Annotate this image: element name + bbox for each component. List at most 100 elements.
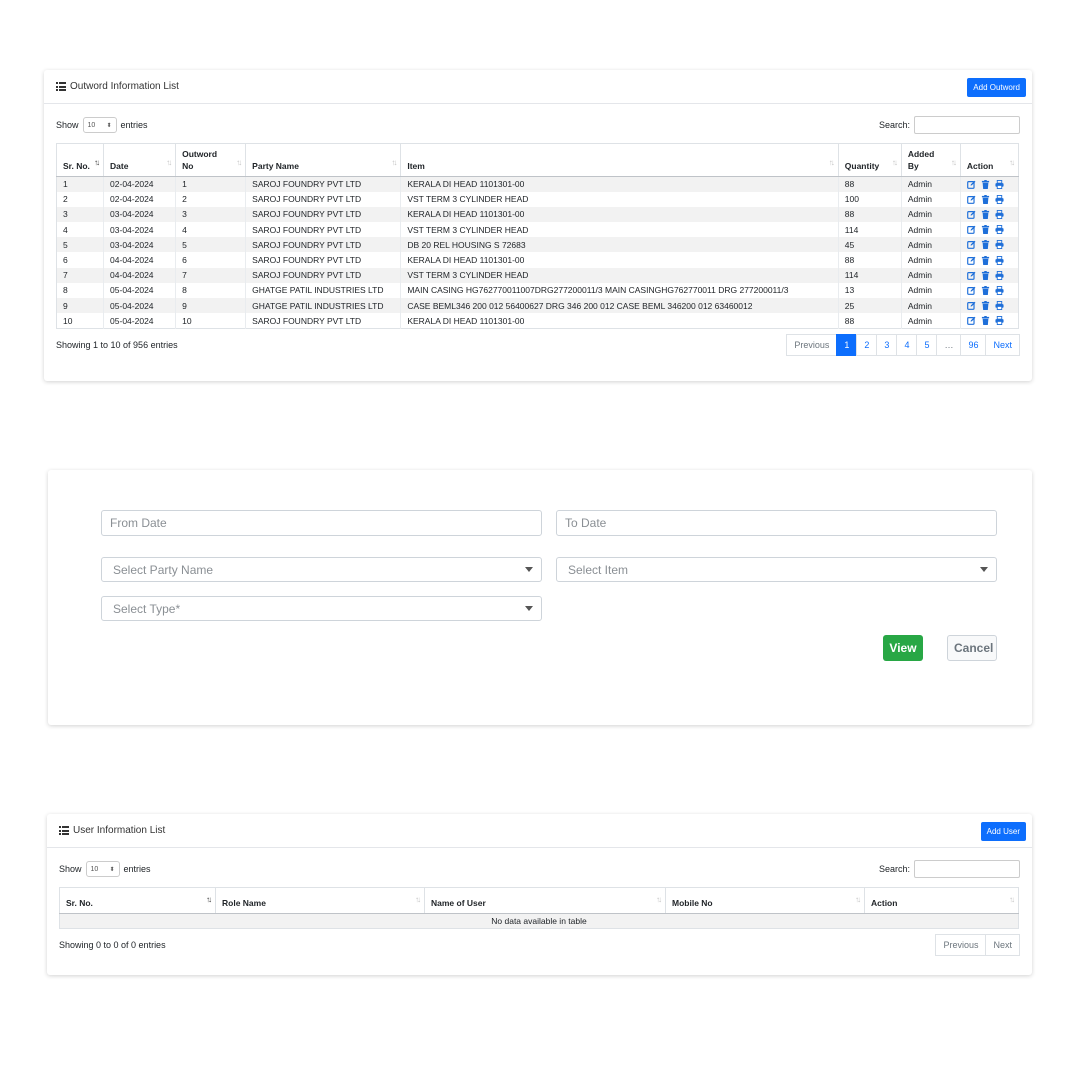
trash-icon[interactable]	[981, 285, 990, 295]
next-button[interactable]: Next	[985, 934, 1020, 956]
page-button[interactable]: 4	[896, 333, 918, 356]
chevron-down-icon	[980, 567, 988, 572]
item-cell: VST TERM 3 CYLINDER HEAD	[400, 222, 839, 238]
edit-icon[interactable]	[967, 180, 976, 189]
col-party-name[interactable]: Party Name ↑↓	[245, 143, 402, 177]
next-button[interactable]: Next	[985, 333, 1020, 356]
user-info: Showing 0 to 0 of 0 entries	[59, 940, 166, 950]
page-button[interactable]: 3	[876, 333, 898, 356]
edit-icon[interactable]	[967, 316, 976, 325]
trash-icon[interactable]	[981, 225, 990, 235]
edit-icon[interactable]	[967, 210, 976, 219]
page-length-select[interactable]: 10 ⬍	[82, 117, 117, 133]
page-button-current[interactable]: 1	[836, 333, 858, 356]
col-added-by[interactable]: Added By ↑↓	[901, 143, 961, 177]
search-label: Search:	[878, 864, 910, 874]
edit-icon[interactable]	[967, 301, 976, 310]
party-name-select[interactable]: Select Party Name	[101, 557, 542, 582]
trash-icon[interactable]	[981, 301, 990, 311]
sort-icon: ↑↓	[656, 895, 662, 904]
table-row: 4 03-04-2024 4 SAROJ FOUNDRY PVT LTD VST TER…	[56, 222, 1019, 238]
sr-no-cell: 7	[56, 267, 105, 283]
print-icon[interactable]	[995, 209, 1004, 219]
edit-icon[interactable]	[967, 225, 976, 235]
col-name-of-user[interactable]: Name of User ↑↓	[424, 887, 666, 914]
cancel-button[interactable]: Cancel	[947, 635, 997, 661]
edit-icon[interactable]	[967, 240, 976, 250]
edit-icon[interactable]	[967, 256, 976, 265]
quantity-cell: 114	[838, 222, 902, 238]
print-icon[interactable]	[995, 316, 1004, 326]
action-cell	[960, 192, 1018, 207]
trash-icon[interactable]	[981, 270, 990, 280]
print-icon[interactable]	[995, 255, 1004, 265]
print-icon[interactable]	[995, 301, 1004, 311]
print-icon[interactable]	[995, 240, 1004, 250]
type-select[interactable]: Select Type*	[101, 596, 542, 621]
item-cell: CASE BEML346 200 012 56400627 DRG 346 20…	[400, 298, 839, 314]
table-row: 9 05-04-2024 9 GHATGE PATIL INDUSTRIES LTD C…	[56, 298, 1019, 314]
page-length-select[interactable]: 10 ⬍	[85, 861, 120, 877]
col-quantity[interactable]: Quantity ↑↓	[838, 143, 902, 177]
print-icon[interactable]	[995, 225, 1004, 235]
user-search: Search:	[879, 860, 1020, 878]
user-title: User Information List	[59, 825, 165, 836]
search-input[interactable]	[914, 116, 1020, 134]
add-user-button[interactable]: Add User	[980, 822, 1026, 841]
page-length-value: 10	[90, 865, 99, 873]
page-button[interactable]: 96	[960, 333, 987, 356]
outword-info: Showing 1 to 10 of 956 entries	[56, 339, 178, 350]
user-title-text: User Information List	[73, 825, 166, 836]
trash-icon[interactable]	[981, 179, 990, 189]
sort-icon: ↑↓	[391, 158, 397, 167]
col-sr-no[interactable]: Sr. No. ↑↓	[56, 143, 105, 177]
col-sr-no[interactable]: Sr. No. ↑↓	[59, 887, 216, 914]
table-row: 5 03-04-2024 5 SAROJ FOUNDRY PVT LTD DB 20 R…	[56, 237, 1019, 253]
edit-icon[interactable]	[967, 271, 976, 280]
search-input[interactable]	[914, 860, 1020, 878]
sort-icon: ↑↓	[891, 158, 898, 167]
print-icon[interactable]	[995, 194, 1004, 204]
previous-button[interactable]: Previous	[935, 934, 987, 956]
action-cell	[960, 298, 1019, 314]
sr-no-cell: 9	[56, 298, 105, 314]
col-action[interactable]: Action ↑↓	[864, 887, 1019, 914]
user-footer: Showing 0 to 0 of 0 entries Previous Next	[47, 934, 1032, 956]
from-date-input[interactable]: From Date	[101, 510, 542, 536]
col-date[interactable]: Date ↑↓	[103, 143, 177, 177]
item-cell: KERALA DI HEAD 1101301-00	[400, 313, 839, 329]
trash-icon[interactable]	[981, 255, 990, 265]
date-cell: 04-04-2024	[103, 252, 177, 268]
trash-icon[interactable]	[981, 209, 990, 219]
search-label: Search:	[878, 120, 910, 130]
to-date-input[interactable]: To Date	[556, 510, 997, 536]
action-cell	[960, 237, 1019, 253]
page-button[interactable]: 2	[856, 333, 878, 356]
trash-icon[interactable]	[981, 194, 990, 204]
sr-no-cell: 2	[56, 191, 105, 207]
print-icon[interactable]	[995, 179, 1004, 189]
item-select[interactable]: Select Item	[556, 557, 997, 582]
trash-icon[interactable]	[981, 240, 990, 250]
view-button[interactable]: View	[883, 635, 923, 661]
print-icon[interactable]	[995, 285, 1004, 295]
col-mobile-no[interactable]: Mobile No ↑↓	[665, 887, 865, 914]
trash-icon[interactable]	[981, 316, 990, 326]
added-by-cell: Admin	[901, 206, 961, 223]
user-table: Sr. No. ↑↓ Role Name ↑↓ Name of User ↑↓ Mob…	[59, 887, 1019, 929]
col-action[interactable]: Action ↑↓	[960, 143, 1019, 177]
page-button[interactable]: 5	[916, 333, 938, 356]
print-icon[interactable]	[995, 270, 1004, 280]
col-item[interactable]: Item ↑↓	[400, 143, 839, 177]
sr-no-cell: 6	[56, 252, 105, 268]
chevron-down-icon	[525, 567, 533, 572]
col-role-name[interactable]: Role Name ↑↓	[215, 887, 425, 914]
date-cell: 03-04-2024	[103, 206, 177, 223]
col-outword-no[interactable]: Outword No ↑↓	[175, 143, 247, 177]
edit-icon[interactable]	[967, 195, 976, 204]
previous-button[interactable]: Previous	[786, 333, 838, 356]
add-outword-button[interactable]: Add Outword	[967, 78, 1026, 97]
outword-search: Search:	[879, 116, 1020, 134]
party-name-placeholder: Select Party Name	[113, 562, 214, 577]
edit-icon[interactable]	[967, 286, 976, 295]
